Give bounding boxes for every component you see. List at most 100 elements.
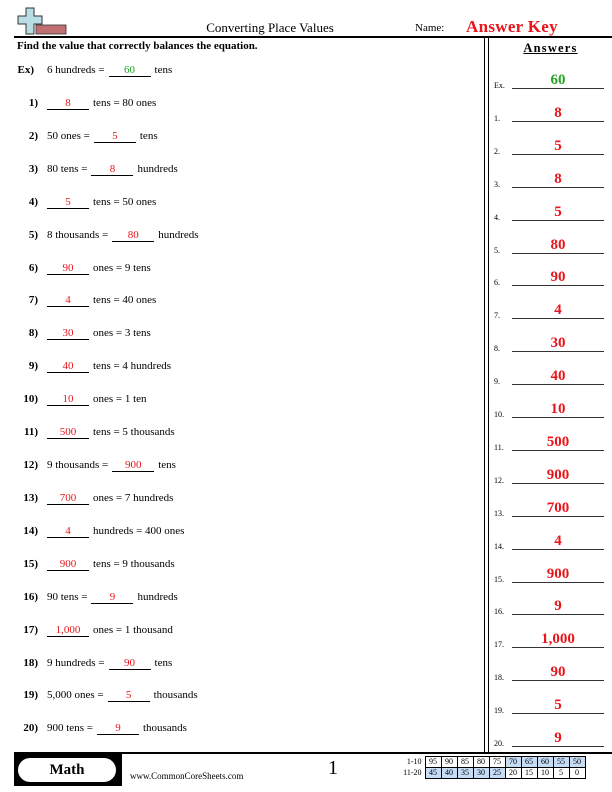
- equation-left: 80 tens =: [47, 163, 88, 175]
- answer-blank[interactable]: 1,000: [47, 624, 89, 637]
- answer-blank[interactable]: 9: [96, 722, 139, 735]
- answer-blank[interactable]: 40: [47, 360, 89, 373]
- equation-left: 6 hundreds =: [47, 64, 105, 76]
- score-cell: 90: [440, 756, 458, 768]
- answer-key-row: 7. 4: [494, 296, 612, 320]
- problem-equation: 40 tens = 4 hundreds: [47, 360, 171, 373]
- answer-blank[interactable]: 5: [47, 196, 89, 209]
- answer-key-label: 18.: [494, 673, 504, 683]
- problem-number: 17): [23, 624, 38, 636]
- answer-blank[interactable]: 5: [107, 689, 150, 702]
- equation-right: ones = 3 tens: [93, 327, 151, 339]
- problem-row: 9) 40 tens = 4 hundreds: [0, 360, 480, 374]
- answer-key-value: 900: [512, 467, 604, 484]
- score-row: 11-20 45 40 35 30 25 20 15 10 5 0: [398, 767, 586, 779]
- problem-equation: 4 hundreds = 400 ones: [47, 525, 184, 538]
- answer-key-row: 8. 30: [494, 329, 612, 353]
- answer-key-row: Ex. 60: [494, 66, 612, 90]
- answer-blank[interactable]: 9: [91, 591, 134, 604]
- answer-key-label: 13.: [494, 508, 504, 518]
- answer-key-label: 16.: [494, 607, 504, 617]
- answer-blank[interactable]: 90: [108, 657, 151, 670]
- problem-equation: 90 tens = 9 hundreds: [47, 591, 178, 604]
- answer-blank[interactable]: 4: [47, 525, 89, 538]
- answer-key-label: 3.: [494, 179, 500, 189]
- problem-equation: 900 tens = 9 thousands: [47, 722, 187, 735]
- answer-blank[interactable]: 90: [47, 262, 89, 275]
- answer-blank[interactable]: 500: [47, 426, 89, 439]
- answer-key-row: 9. 40: [494, 362, 612, 386]
- problem-equation: 8 tens = 80 ones: [47, 97, 156, 110]
- equation-left: 50 ones =: [47, 130, 90, 142]
- equation-right: ones = 1 thousand: [93, 624, 173, 636]
- answer-key-value: 5: [512, 697, 604, 715]
- problem-number: 6): [28, 262, 38, 274]
- answer-blank[interactable]: 60: [108, 64, 151, 77]
- problem-equation: 5 tens = 50 ones: [47, 196, 156, 209]
- equation-right: hundreds: [158, 229, 199, 241]
- problem-number: 20): [23, 722, 38, 734]
- problem-equation: 90 ones = 9 tens: [47, 262, 151, 275]
- answer-key-label: 5.: [494, 245, 500, 255]
- answer-key-row: 14. 4: [494, 527, 612, 551]
- answer-key-value: 30: [512, 335, 604, 353]
- answer-key-label: 20.: [494, 739, 504, 748]
- answer-key-row: 20. 9: [494, 724, 612, 748]
- score-cell: 55: [552, 756, 570, 768]
- problem-number: 18): [23, 657, 38, 669]
- answer-blank[interactable]: 4: [47, 294, 89, 307]
- answer-blank[interactable]: 900: [47, 558, 89, 571]
- answer-blank[interactable]: 8: [91, 163, 134, 176]
- answer-key-label: 12.: [494, 475, 504, 485]
- answer-blank[interactable]: 700: [47, 492, 89, 505]
- equation-right: tens: [154, 657, 173, 669]
- answer-key-label: 7.: [494, 311, 500, 321]
- score-cell: 65: [520, 756, 538, 768]
- problem-number: 9): [28, 360, 38, 372]
- problem-equation: 700 ones = 7 hundreds: [47, 492, 173, 505]
- problem-number: 11): [23, 426, 38, 438]
- equation-right: tens = 9 thousands: [93, 558, 175, 570]
- answer-key-row: 4. 5: [494, 198, 612, 222]
- answer-blank[interactable]: 30: [47, 327, 89, 340]
- problem-equation: 50 ones = 5 tens: [47, 130, 158, 143]
- score-cell: 35: [456, 767, 474, 779]
- equation-right: tens: [158, 459, 176, 471]
- example-problem: Ex) 6 hundreds = 60 tens: [0, 64, 480, 78]
- problem-row: 19) 5,000 ones = 5 thousands: [0, 689, 480, 703]
- equation-left: 9 thousands =: [47, 459, 109, 471]
- answer-key-value: 90: [512, 269, 604, 287]
- instructions: Find the value that correctly balances t…: [17, 40, 258, 52]
- answer-key-row: 1. 8: [494, 99, 612, 123]
- problem-row: 16) 90 tens = 9 hundreds: [0, 591, 480, 605]
- answer-blank[interactable]: 8: [47, 97, 89, 110]
- website-link[interactable]: www.CommonCoreSheets.com: [130, 771, 243, 781]
- answer-blank[interactable]: 10: [47, 393, 89, 406]
- answer-key-value: 8: [512, 171, 604, 188]
- answer-blank[interactable]: 900: [112, 459, 155, 472]
- score-table: 1-10 95 90 85 80 75 70 65 60 55 50 11-20 45 40 35 30 25 2…: [398, 756, 586, 779]
- subject-badge: Math: [18, 758, 116, 782]
- problem-row: 10) 10 ones = 1 ten: [0, 393, 480, 407]
- answer-key-row: 11. 500: [494, 428, 612, 452]
- answer-key-value: 60: [512, 72, 604, 89]
- problem-equation: 80 tens = 8 hundreds: [47, 163, 178, 176]
- problem-equation: 30 ones = 3 tens: [47, 327, 151, 340]
- score-cell: 10: [536, 767, 554, 779]
- score-cell: 5: [552, 767, 570, 779]
- answer-key-row: 18. 90: [494, 658, 612, 682]
- problem-row: 4) 5 tens = 50 ones: [0, 196, 480, 210]
- problem-number: 13): [23, 492, 38, 504]
- answer-blank[interactable]: 5: [93, 130, 136, 143]
- problem-number: 5): [28, 229, 38, 241]
- problem-row: 3) 80 tens = 8 hundreds: [0, 163, 480, 177]
- name-value: Answer Key: [466, 17, 558, 36]
- answer-key-row: 17. 1,000: [494, 625, 612, 649]
- problem-number: 7): [28, 294, 38, 306]
- equation-right: thousands: [142, 722, 187, 734]
- problem-number: 12): [23, 459, 38, 471]
- answer-blank[interactable]: 80: [112, 229, 155, 242]
- page-number: 1: [328, 757, 338, 779]
- score-cell: 30: [472, 767, 490, 779]
- answer-key-row: 12. 900: [494, 461, 612, 485]
